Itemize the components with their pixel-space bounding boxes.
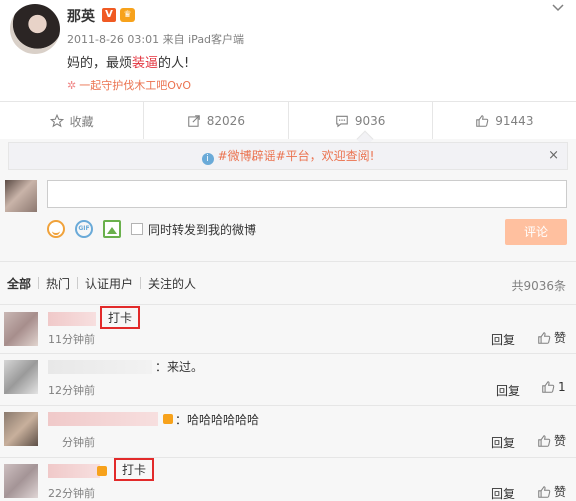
post-meta: 2011-8-26 03:01 来自 iPad客户端 bbox=[67, 31, 244, 47]
comment-filter-tabs: 全部 热门 认证用户 关注的人 共9036条 bbox=[0, 261, 576, 305]
comment-text: ：来过。 bbox=[155, 360, 204, 374]
comment-time: 22分钟前 bbox=[48, 487, 95, 500]
reply-button[interactable]: 回复 bbox=[491, 331, 515, 348]
rumor-notice-text[interactable]: 欢迎查阅! bbox=[322, 149, 375, 163]
tab-all[interactable]: 全部 bbox=[7, 275, 31, 292]
thumbs-up-icon bbox=[542, 381, 555, 393]
tab-divider bbox=[77, 277, 79, 289]
like-count: 91443 bbox=[495, 114, 534, 128]
comment-icon bbox=[336, 115, 348, 128]
comment-item: 打卡 11分钟前 回复 赞 bbox=[0, 306, 576, 354]
flower-icon: ✲ bbox=[67, 79, 77, 92]
repost-count: 82026 bbox=[206, 114, 245, 128]
image-icon[interactable] bbox=[103, 220, 121, 238]
comment-total: 共9036条 bbox=[511, 279, 566, 293]
post-action-bar: 收藏 82026 9036 91443 bbox=[0, 101, 576, 140]
comment-like-label: 赞 bbox=[554, 434, 567, 448]
commenter-name[interactable] bbox=[48, 312, 96, 326]
comment-like-label: 赞 bbox=[554, 331, 567, 345]
comment-item: ：哈哈哈哈哈哈 分钟前 回复 赞 bbox=[0, 406, 576, 458]
vip-badge: ♛ bbox=[120, 8, 135, 22]
favorite-button[interactable]: 收藏 bbox=[0, 102, 145, 140]
repost-checkbox-label[interactable]: 同时转发到我的微博 bbox=[148, 221, 256, 238]
tab-hot[interactable]: 热门 bbox=[46, 275, 70, 292]
reply-button[interactable]: 回复 bbox=[491, 434, 515, 451]
emoji-icon[interactable] bbox=[47, 220, 65, 238]
comment-count: 9036 bbox=[354, 114, 386, 128]
post-topic[interactable]: ✲ 一起守护伐木工吧OvO bbox=[67, 77, 191, 93]
rumor-notice-link[interactable]: #微博辟谣#平台， bbox=[218, 149, 322, 163]
tab-verified[interactable]: 认证用户 bbox=[85, 275, 133, 292]
comment-like-label: 1 bbox=[558, 380, 566, 394]
weibo-post: 那英 V ♛ 2011-8-26 03:01 来自 iPad客户端 妈的，最烦装… bbox=[0, 0, 576, 101]
repost-button[interactable]: 82026 bbox=[144, 102, 289, 140]
tab-following[interactable]: 关注的人 bbox=[148, 275, 196, 292]
reply-button[interactable]: 回复 bbox=[491, 485, 515, 501]
repost-checkbox[interactable] bbox=[131, 223, 143, 235]
like-button[interactable]: 91443 bbox=[433, 102, 576, 140]
comment-time: 11分钟前 bbox=[48, 333, 95, 346]
commenter-name[interactable] bbox=[48, 464, 100, 478]
commenter-name[interactable] bbox=[48, 360, 152, 374]
gif-icon[interactable]: GIF bbox=[75, 220, 93, 238]
comment-item: ：来过。 12分钟前 回复 1 bbox=[0, 354, 576, 406]
composer-toolbar: GIF 同时转发到我的微博 bbox=[47, 217, 256, 241]
post-timestamp[interactable]: 2011-8-26 03:01 bbox=[67, 33, 159, 46]
comment-like-label: 赞 bbox=[554, 485, 567, 499]
comment-text: 打卡 bbox=[114, 458, 155, 481]
commenter-avatar[interactable] bbox=[4, 412, 38, 446]
submit-comment-button[interactable]: 评论 bbox=[505, 219, 567, 245]
comment-like-button[interactable]: 赞 bbox=[537, 329, 566, 346]
vip-icon bbox=[163, 414, 173, 424]
post-topic-label: 一起守护伐木工吧OvO bbox=[79, 79, 192, 92]
comment-time: 分钟前 bbox=[62, 436, 95, 449]
commenter-avatar[interactable] bbox=[4, 360, 38, 394]
comment-text: 打卡 bbox=[100, 306, 141, 329]
reply-button[interactable]: 回复 bbox=[496, 382, 520, 399]
chevron-down-icon[interactable] bbox=[552, 2, 564, 15]
commenter-avatar[interactable] bbox=[4, 312, 38, 346]
comment-item: 打卡 22分钟前 回复 赞 bbox=[0, 458, 576, 501]
comment-section: i #微博辟谣#平台，欢迎查阅! × GIF 同时转发到我的微博 评论 全部 热门… bbox=[0, 130, 576, 501]
tab-divider bbox=[140, 277, 142, 289]
author-name[interactable]: 那英 bbox=[67, 6, 95, 26]
post-content-before: 妈的，最烦 bbox=[67, 56, 133, 71]
comment-time: 12分钟前 bbox=[48, 384, 95, 397]
favorite-label: 收藏 bbox=[69, 114, 94, 129]
author-avatar[interactable] bbox=[10, 4, 60, 54]
close-icon[interactable]: × bbox=[548, 143, 559, 169]
rumor-notice-bar: i #微博辟谣#平台，欢迎查阅! × bbox=[8, 142, 568, 170]
post-content-highlight: 装逼 bbox=[132, 56, 159, 71]
thumbs-up-icon bbox=[538, 331, 551, 344]
thumbs-up-icon bbox=[476, 115, 489, 127]
repost-icon bbox=[188, 115, 200, 127]
vip-icon bbox=[97, 466, 107, 476]
comment-input[interactable] bbox=[47, 180, 567, 208]
commenter-avatar[interactable] bbox=[4, 464, 38, 498]
info-icon: i bbox=[201, 153, 214, 165]
commenter-name[interactable] bbox=[48, 412, 158, 426]
post-content: 妈的，最烦装逼的人! bbox=[67, 52, 189, 71]
tab-divider bbox=[38, 277, 40, 289]
verified-badge: V bbox=[102, 8, 116, 22]
comment-text: ：哈哈哈哈哈哈 bbox=[175, 413, 260, 427]
thumbs-up-icon bbox=[538, 485, 551, 498]
post-content-after: 的人! bbox=[158, 56, 190, 71]
post-source: 来自 iPad客户端 bbox=[162, 33, 245, 46]
thumbs-up-icon bbox=[538, 434, 551, 447]
comment-like-button[interactable]: 赞 bbox=[537, 432, 566, 449]
star-icon bbox=[49, 114, 64, 128]
comment-like-button[interactable]: 赞 bbox=[537, 483, 566, 500]
current-user-avatar bbox=[5, 180, 37, 212]
comment-like-button[interactable]: 1 bbox=[541, 380, 566, 394]
